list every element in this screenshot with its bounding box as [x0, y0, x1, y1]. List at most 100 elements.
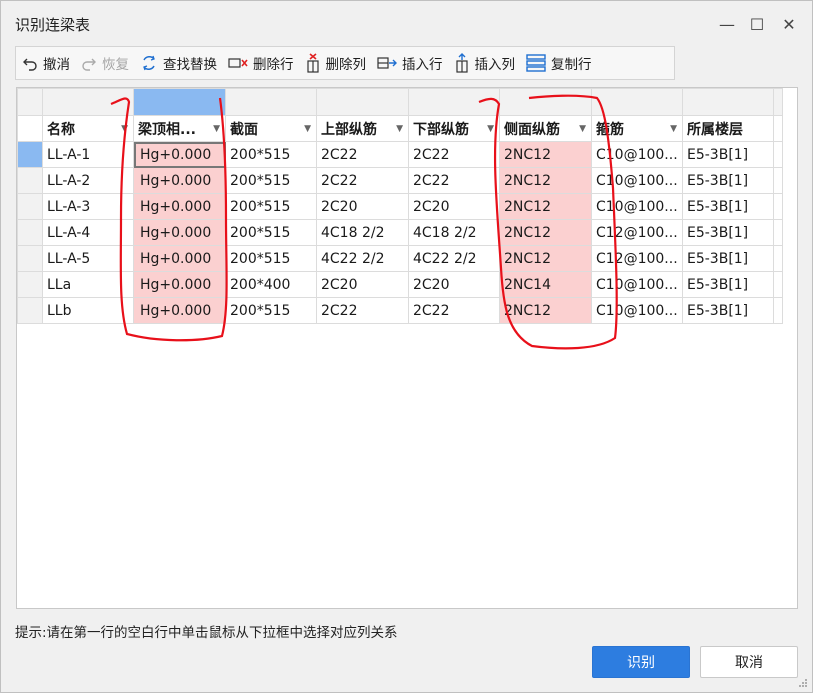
cell-side-rebar[interactable]: 2NC12	[499, 193, 592, 220]
cell-floor[interactable]: E5-3B[1]	[682, 193, 774, 220]
mapping-cell[interactable]	[316, 88, 409, 116]
cancel-button[interactable]: 取消	[700, 646, 798, 678]
cell-floor[interactable]: E5-3B[1]	[682, 141, 774, 168]
column-header-side-rebar[interactable]: 侧面纵筋 ▼	[499, 115, 592, 142]
cell-top-rebar[interactable]: 2C22	[316, 141, 409, 168]
cell-top-offset[interactable]: Hg+0.000	[133, 141, 226, 168]
cell-empty[interactable]	[773, 271, 783, 298]
cell-floor[interactable]: E5-3B[1]	[682, 271, 774, 298]
column-header-bottom-rebar[interactable]: 下部纵筋 ▼	[408, 115, 500, 142]
cell-bottom-rebar[interactable]: 4C18 2/2	[408, 219, 500, 246]
cell-stirrup[interactable]: C10@100...	[591, 141, 683, 168]
cell-empty[interactable]	[773, 245, 783, 272]
row-header[interactable]	[17, 219, 43, 246]
redo-button[interactable]: 恢复	[81, 50, 129, 76]
cell-name[interactable]: LL-A-3	[42, 193, 134, 220]
cell-stirrup[interactable]: C12@100...	[591, 245, 683, 272]
cell-top-offset[interactable]: Hg+0.000	[133, 219, 226, 246]
cell-name[interactable]: LL-A-5	[42, 245, 134, 272]
cell-name[interactable]: LLa	[42, 271, 134, 298]
cell-name[interactable]: LL-A-4	[42, 219, 134, 246]
cell-empty[interactable]	[773, 219, 783, 246]
row-header[interactable]	[17, 141, 43, 168]
cell-floor[interactable]: E5-3B[1]	[682, 297, 774, 324]
cell-name[interactable]: LLb	[42, 297, 134, 324]
cell-side-rebar[interactable]: 2NC12	[499, 219, 592, 246]
beam-table-grid[interactable]: 名称 ▼ 梁顶相... ▼ 截面 ▼ 上部纵筋 ▼ 下部纵筋 ▼ 侧面纵筋 ▼ 箍筋 ▼ 所属…	[16, 87, 798, 609]
table-row[interactable]: LLa Hg+0.000 200*400 2C20 2C20 2NC14 C10@100..…	[17, 271, 783, 298]
cell-top-rebar[interactable]: 4C22 2/2	[316, 245, 409, 272]
mapping-cell[interactable]	[225, 88, 317, 116]
cell-section[interactable]: 200*515	[225, 167, 317, 194]
cell-section[interactable]: 200*515	[225, 141, 317, 168]
table-row[interactable]: LL-A-1 Hg+0.000 200*515 2C22 2C22 2NC12 C10@10…	[17, 141, 783, 168]
delete-row-button[interactable]: 删除行	[228, 50, 294, 76]
table-row[interactable]: LL-A-4 Hg+0.000 200*515 4C18 2/2 4C18 2/2 2NC…	[17, 219, 783, 246]
column-header-section[interactable]: 截面 ▼	[225, 115, 317, 142]
cell-bottom-rebar[interactable]: 2C22	[408, 141, 500, 168]
cell-stirrup[interactable]: C10@100...	[591, 297, 683, 324]
cell-top-offset[interactable]: Hg+0.000	[133, 167, 226, 194]
copy-row-button[interactable]: 复制行	[526, 50, 592, 76]
cell-section[interactable]: 200*515	[225, 245, 317, 272]
row-header[interactable]	[17, 193, 43, 220]
cell-top-rebar[interactable]: 2C22	[316, 167, 409, 194]
dropdown-arrow-icon[interactable]: ▼	[121, 124, 128, 134]
undo-button[interactable]: 撤消	[22, 50, 70, 76]
table-row[interactable]: LL-A-3 Hg+0.000 200*515 2C20 2C20 2NC12 C10@10…	[17, 193, 783, 220]
dropdown-arrow-icon[interactable]: ▼	[670, 124, 677, 134]
cell-top-offset[interactable]: Hg+0.000	[133, 193, 226, 220]
row-header[interactable]	[17, 167, 43, 194]
cell-section[interactable]: 200*515	[225, 193, 317, 220]
column-header-top-offset[interactable]: 梁顶相... ▼	[133, 115, 226, 142]
recognize-button[interactable]: 识别	[592, 646, 690, 678]
cell-side-rebar[interactable]: 2NC12	[499, 141, 592, 168]
table-row[interactable]: LL-A-5 Hg+0.000 200*515 4C22 2/2 4C22 2/2 2NC…	[17, 245, 783, 272]
cell-section[interactable]: 200*400	[225, 271, 317, 298]
cell-name[interactable]: LL-A-1	[42, 141, 134, 168]
column-header-floor[interactable]: 所属楼层	[682, 115, 774, 142]
insert-row-button[interactable]: 插入行	[377, 50, 443, 76]
cell-empty[interactable]	[773, 167, 783, 194]
mapping-cell[interactable]	[42, 88, 134, 116]
minimize-button[interactable]: —	[713, 11, 741, 37]
cell-top-offset[interactable]: Hg+0.000	[133, 297, 226, 324]
row-header[interactable]	[17, 245, 43, 272]
maximize-button[interactable]: ☐	[743, 11, 771, 37]
mapping-cell-selected[interactable]	[133, 88, 226, 116]
column-header-name[interactable]: 名称 ▼	[42, 115, 134, 142]
column-header-top-rebar[interactable]: 上部纵筋 ▼	[316, 115, 409, 142]
delete-column-button[interactable]: 删除列	[305, 50, 366, 76]
cell-section[interactable]: 200*515	[225, 219, 317, 246]
cell-empty[interactable]	[773, 297, 783, 324]
column-header-stirrup[interactable]: 箍筋 ▼	[591, 115, 683, 142]
find-replace-button[interactable]: 查找替换	[140, 50, 217, 76]
dropdown-arrow-icon[interactable]: ▼	[396, 124, 403, 134]
table-row[interactable]: LL-A-2 Hg+0.000 200*515 2C22 2C22 2NC12 C10@10…	[17, 167, 783, 194]
cell-section[interactable]: 200*515	[225, 297, 317, 324]
cell-bottom-rebar[interactable]: 4C22 2/2	[408, 245, 500, 272]
row-header[interactable]	[17, 297, 43, 324]
cell-empty[interactable]	[773, 193, 783, 220]
cell-stirrup[interactable]: C10@100...	[591, 271, 683, 298]
cell-floor[interactable]: E5-3B[1]	[682, 167, 774, 194]
cell-bottom-rebar[interactable]: 2C22	[408, 167, 500, 194]
cell-top-rebar[interactable]: 4C18 2/2	[316, 219, 409, 246]
cell-top-offset[interactable]: Hg+0.000	[133, 271, 226, 298]
insert-column-button[interactable]: 插入列	[454, 50, 515, 76]
cell-stirrup[interactable]: C12@100...	[591, 219, 683, 246]
dropdown-arrow-icon[interactable]: ▼	[487, 124, 494, 134]
dropdown-arrow-icon[interactable]: ▼	[304, 124, 311, 134]
dropdown-arrow-icon[interactable]: ▼	[213, 124, 220, 134]
cell-top-rebar[interactable]: 2C20	[316, 271, 409, 298]
table-row[interactable]: LLb Hg+0.000 200*515 2C22 2C22 2NC12 C10@100..…	[17, 297, 783, 324]
cell-stirrup[interactable]: C10@100...	[591, 193, 683, 220]
mapping-cell[interactable]	[682, 88, 774, 116]
cell-empty[interactable]	[773, 141, 783, 168]
cell-top-rebar[interactable]: 2C20	[316, 193, 409, 220]
mapping-cell[interactable]	[408, 88, 500, 116]
cell-side-rebar[interactable]: 2NC12	[499, 167, 592, 194]
cell-side-rebar[interactable]: 2NC14	[499, 271, 592, 298]
cell-floor[interactable]: E5-3B[1]	[682, 219, 774, 246]
mapping-cell[interactable]	[499, 88, 592, 116]
